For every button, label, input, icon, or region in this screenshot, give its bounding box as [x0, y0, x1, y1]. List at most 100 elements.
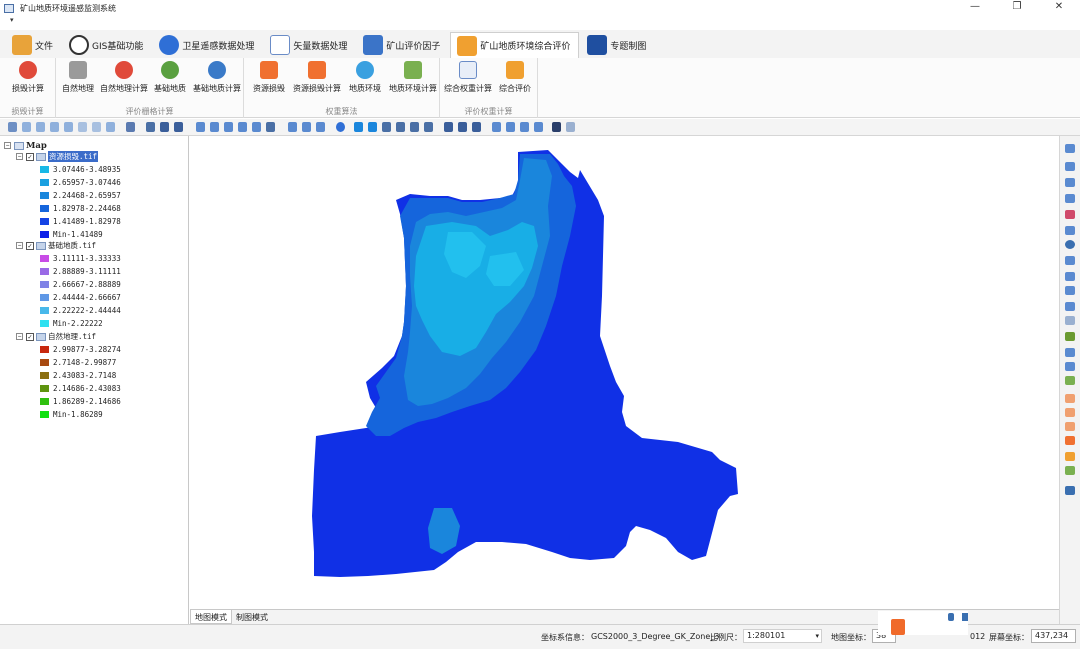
tab-file[interactable]: 文件 [6, 32, 61, 58]
comprehensive-eval-button[interactable]: 综合评价 [496, 60, 534, 98]
tray-icon[interactable] [962, 613, 968, 621]
layout-pan-icon[interactable] [224, 122, 233, 132]
tab-layout-mode[interactable]: 制图模式 [232, 610, 272, 624]
select-feature-icon[interactable] [1065, 302, 1075, 311]
tab-mine-factor[interactable]: 矿山评价因子 [357, 32, 448, 58]
union-icon[interactable] [1065, 422, 1075, 431]
symbol-icon[interactable] [1065, 210, 1075, 219]
layer-visibility-checkbox[interactable]: ✓ [26, 332, 34, 341]
zoom-out-icon[interactable] [36, 122, 45, 132]
add-data-icon[interactable] [1065, 162, 1075, 171]
export-image-icon[interactable] [1065, 486, 1075, 495]
collapse-icon[interactable]: − [16, 333, 23, 340]
hand-pan-icon[interactable] [78, 122, 87, 132]
layout-zoom-icon[interactable] [210, 122, 219, 132]
navigate-icon[interactable] [1065, 178, 1075, 187]
tab-thematic-map[interactable]: 专题制图 [581, 32, 654, 58]
scale-select[interactable]: 1:280101 ▾ [743, 629, 822, 643]
map-root-node[interactable]: − Map [4, 140, 47, 151]
select-element-icon[interactable] [288, 122, 297, 132]
layer-node[interactable]: − ✓ 基础地质.tif [16, 240, 96, 251]
basic-geology-button[interactable]: 基础地质 [152, 60, 188, 98]
dissolve-icon[interactable] [1065, 452, 1075, 461]
page-setup-icon[interactable] [252, 122, 261, 132]
export-icon[interactable] [444, 122, 453, 132]
refresh-icon[interactable] [506, 122, 515, 132]
map-canvas[interactable] [190, 136, 1059, 609]
erase-icon[interactable] [1065, 436, 1075, 445]
statistic-icon[interactable] [1065, 466, 1075, 475]
text-element-icon[interactable] [368, 122, 377, 132]
zoom-in-icon[interactable] [22, 122, 31, 132]
north-arrow-icon[interactable] [396, 122, 405, 132]
zoom-layout-in-icon[interactable] [520, 122, 529, 132]
tray-icon[interactable] [948, 613, 954, 621]
draw-circle-icon[interactable] [336, 122, 345, 132]
tab-satellite[interactable]: 卫星遥感数据处理 [153, 32, 262, 58]
delete-icon[interactable] [566, 122, 575, 132]
scale-bar-icon[interactable] [410, 122, 419, 132]
rotate-icon[interactable] [492, 122, 501, 132]
layer-visibility-checkbox[interactable]: ✓ [26, 241, 34, 250]
minimize-button[interactable]: — [954, 0, 996, 16]
layout-tool-icon[interactable] [196, 122, 205, 132]
layer-node[interactable]: − ✓ 资源损毁.tif [16, 151, 99, 162]
tab-comprehensive-eval[interactable]: 矿山地质环境综合评价 [450, 32, 580, 58]
fixed-zoom-out-icon[interactable] [64, 122, 73, 132]
undo-icon[interactable] [1065, 272, 1075, 281]
add-point-icon[interactable] [1065, 332, 1075, 341]
full-extent-icon[interactable] [92, 122, 101, 132]
tab-map-mode[interactable]: 地图模式 [190, 610, 232, 624]
restore-button[interactable]: ❐ [996, 0, 1038, 16]
app-tray-icon[interactable] [891, 619, 905, 635]
intersect-icon[interactable] [1065, 408, 1075, 417]
edit-icon[interactable] [1065, 226, 1075, 235]
collapse-icon[interactable]: − [4, 142, 11, 149]
attribute-icon[interactable] [1065, 194, 1075, 203]
redo-icon[interactable] [1065, 286, 1075, 295]
merge-icon[interactable] [1065, 362, 1075, 371]
clear-select-icon[interactable] [174, 122, 183, 132]
draw-point-icon[interactable] [302, 122, 311, 132]
close-button[interactable]: ✕ [1038, 0, 1080, 16]
weight-calc-button[interactable]: 综合权重计算 [444, 60, 492, 98]
rotate-view-icon[interactable] [1065, 240, 1075, 249]
pan-tool-icon[interactable] [8, 122, 17, 132]
legend-icon[interactable] [424, 122, 433, 132]
collapse-icon[interactable]: − [16, 242, 23, 249]
grid-icon[interactable] [472, 122, 481, 132]
tab-vector[interactable]: 矢量数据处理 [264, 32, 355, 58]
clip-icon[interactable] [1065, 394, 1075, 403]
natural-geo-calc-button[interactable]: 自然地理计算 [100, 60, 148, 98]
print-icon[interactable] [266, 122, 275, 132]
save-icon[interactable] [552, 122, 561, 132]
delete-feature-icon[interactable] [1065, 316, 1075, 325]
measure-icon[interactable] [126, 122, 135, 132]
fixed-zoom-in-icon[interactable] [50, 122, 59, 132]
select-icon[interactable] [160, 122, 169, 132]
layer-visibility-checkbox[interactable]: ✓ [26, 152, 34, 161]
layer-node[interactable]: − ✓ 自然地理.tif [16, 331, 96, 342]
picture-element-icon[interactable] [382, 122, 391, 132]
geo-environment-button[interactable]: 地质环境 [346, 60, 384, 98]
previous-extent-icon[interactable] [106, 122, 115, 132]
collapse-icon[interactable]: − [16, 153, 23, 160]
quick-access-dropdown[interactable]: ▾ [10, 16, 14, 24]
natural-geo-button[interactable]: 自然地理 [60, 60, 96, 98]
layer-manage-icon[interactable] [1065, 144, 1075, 153]
basic-geology-calc-button[interactable]: 基础地质计算 [192, 60, 242, 98]
snap-icon[interactable] [1065, 256, 1075, 265]
geo-environment-calc-button[interactable]: 地质环境计算 [388, 60, 438, 98]
resource-damage-button[interactable]: 资源损毁 [250, 60, 288, 98]
resource-damage-calc-button[interactable]: 资源损毁计算 [292, 60, 342, 98]
tab-gis-basic[interactable]: GIS基础功能 [63, 32, 151, 58]
buffer-icon[interactable] [1065, 376, 1075, 385]
zoom-layout-out-icon[interactable] [534, 122, 543, 132]
frame-icon[interactable] [458, 122, 467, 132]
identify-icon[interactable] [146, 122, 155, 132]
split-icon[interactable] [1065, 348, 1075, 357]
draw-line-icon[interactable] [316, 122, 325, 132]
arrow-element-icon[interactable] [354, 122, 363, 132]
layout-fit-icon[interactable] [238, 122, 247, 132]
damage-calc-button[interactable]: 损毁计算 [4, 60, 52, 98]
